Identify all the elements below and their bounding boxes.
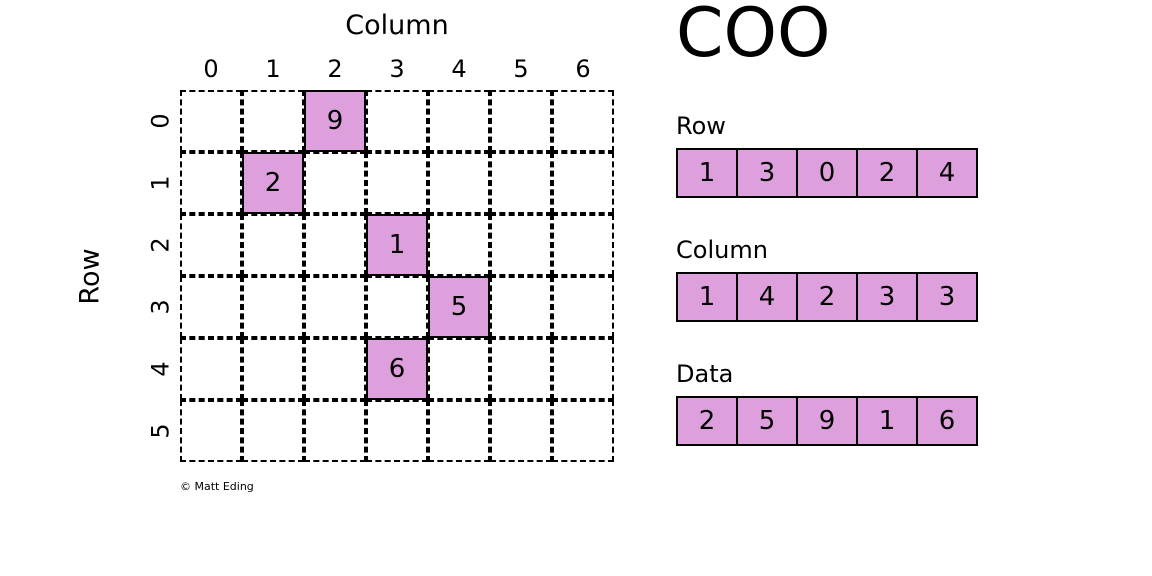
col-header: 4	[428, 55, 490, 87]
page-title: COO	[676, 0, 831, 73]
row-array-label: Row	[676, 112, 978, 140]
matrix-cell	[552, 214, 614, 276]
matrix-cell	[490, 214, 552, 276]
matrix-nonzero-cell: 1	[366, 214, 428, 276]
row-array-cell: 2	[856, 148, 918, 198]
matrix-cell	[552, 400, 614, 462]
column-array-cell: 2	[796, 272, 858, 322]
matrix-cell	[304, 276, 366, 338]
matrix-nonzero-cell: 9	[304, 90, 366, 152]
col-header: 5	[490, 55, 552, 87]
row-header: 5	[145, 400, 177, 462]
matrix-cell	[552, 152, 614, 214]
row-header: 2	[145, 214, 177, 276]
matrix-cell	[304, 338, 366, 400]
data-array-cell: 2	[676, 396, 738, 446]
col-header: 3	[366, 55, 428, 87]
data-array-block: Data 2 5 9 1 6	[676, 360, 978, 446]
row-array-cell: 4	[916, 148, 978, 198]
diagram-canvas: Column Row 0 1 2 3 4 5 6 0 1 2 3 4 5 921…	[0, 0, 1152, 576]
matrix-cell	[242, 90, 304, 152]
row-array-block: Row 1 3 0 2 4	[676, 112, 978, 198]
matrix-cell	[180, 400, 242, 462]
matrix-cell	[242, 214, 304, 276]
data-array-label: Data	[676, 360, 978, 388]
matrix-cell	[552, 90, 614, 152]
col-header: 0	[180, 55, 242, 87]
matrix-cell	[180, 276, 242, 338]
column-axis-title: Column	[180, 10, 614, 41]
row-header: 1	[145, 152, 177, 214]
column-array: 1 4 2 3 3	[676, 272, 978, 322]
matrix-cell	[428, 90, 490, 152]
credit-text: © Matt Eding	[180, 480, 254, 493]
matrix-cell	[242, 338, 304, 400]
matrix-cell	[552, 276, 614, 338]
matrix-cell	[552, 338, 614, 400]
column-array-cell: 4	[736, 272, 798, 322]
data-array-cell: 1	[856, 396, 918, 446]
matrix-cell	[304, 152, 366, 214]
matrix-cell	[428, 152, 490, 214]
matrix-cell	[490, 338, 552, 400]
data-array-cell: 5	[736, 396, 798, 446]
data-array: 2 5 9 1 6	[676, 396, 978, 446]
data-array-cell: 9	[796, 396, 858, 446]
matrix-cell	[428, 214, 490, 276]
column-array-label: Column	[676, 236, 978, 264]
matrix-cell	[366, 152, 428, 214]
matrix-cell	[428, 338, 490, 400]
row-header: 0	[145, 90, 177, 152]
data-array-cell: 6	[916, 396, 978, 446]
row-array-cell: 3	[736, 148, 798, 198]
matrix-cell	[242, 276, 304, 338]
matrix-cell	[490, 152, 552, 214]
column-array-cell: 3	[916, 272, 978, 322]
matrix-cell	[180, 338, 242, 400]
matrix-cell	[366, 276, 428, 338]
col-header: 2	[304, 55, 366, 87]
matrix-grid: 92156	[180, 90, 614, 462]
column-array-block: Column 1 4 2 3 3	[676, 236, 978, 322]
matrix-cell	[304, 400, 366, 462]
row-header: 4	[145, 338, 177, 400]
matrix-cell	[428, 400, 490, 462]
matrix-cell	[242, 400, 304, 462]
row-array: 1 3 0 2 4	[676, 148, 978, 198]
matrix-nonzero-cell: 5	[428, 276, 490, 338]
column-array-cell: 3	[856, 272, 918, 322]
matrix-nonzero-cell: 6	[366, 338, 428, 400]
row-axis-title: Row	[70, 90, 110, 462]
matrix-cell	[304, 214, 366, 276]
matrix-cell	[180, 214, 242, 276]
col-header: 6	[552, 55, 614, 87]
matrix-cell	[366, 90, 428, 152]
col-header: 1	[242, 55, 304, 87]
matrix-cell	[490, 400, 552, 462]
matrix-cell	[180, 90, 242, 152]
matrix-cell	[490, 90, 552, 152]
matrix-cell	[180, 152, 242, 214]
row-array-cell: 0	[796, 148, 858, 198]
row-header: 3	[145, 276, 177, 338]
row-array-cell: 1	[676, 148, 738, 198]
matrix-cell	[366, 400, 428, 462]
matrix-nonzero-cell: 2	[242, 152, 304, 214]
matrix-cell	[490, 276, 552, 338]
column-array-cell: 1	[676, 272, 738, 322]
